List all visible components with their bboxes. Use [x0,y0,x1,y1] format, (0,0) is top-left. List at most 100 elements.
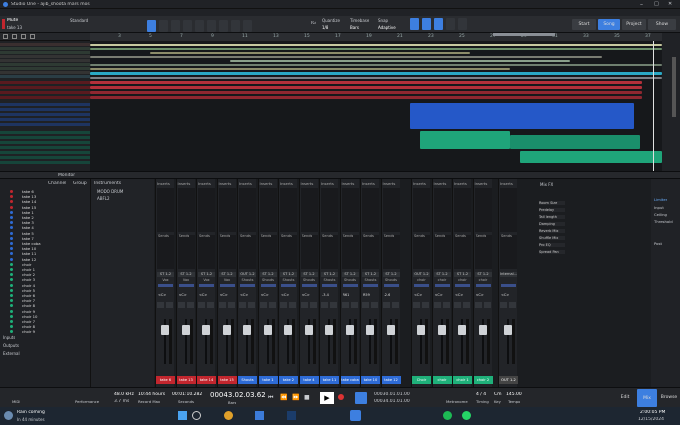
output-routing[interactable]: ST 1-2 [300,272,318,277]
mute-button[interactable] [300,302,308,308]
pan-slider[interactable] [260,284,276,287]
visibility-dot-icon[interactable] [10,200,13,204]
mute-solo-buttons[interactable] [239,302,256,308]
pan-slider[interactable] [178,284,194,287]
sends-slot[interactable]: Sends [413,234,430,269]
follow-toggle-icon[interactable] [422,18,431,30]
pan-slider[interactable] [301,284,317,287]
channel-strip[interactable]: Inserts Sends ST 1-2 Shouts R59 take 10 [360,179,380,387]
mute-button[interactable] [454,302,461,308]
mute-solo-buttons[interactable] [321,302,338,308]
stop-icon[interactable]: ■ [304,394,310,401]
visibility-dot-icon[interactable] [10,252,13,256]
inserts-header[interactable]: Inserts [219,181,236,186]
edit-button[interactable]: Edit [615,392,635,403]
mute-solo-buttons[interactable] [341,302,359,308]
minimize-button[interactable]: – [640,1,643,8]
volume-fader-handle[interactable] [345,325,354,335]
mute-solo-buttons[interactable] [280,302,297,308]
track-row[interactable] [0,96,90,99]
search-icon[interactable] [192,411,201,420]
solo-button[interactable] [371,302,378,308]
sends-slot[interactable]: Sends [239,234,256,269]
channel-strip[interactable]: Inserts Sends ST 1-2 choir <C> choir [431,179,452,387]
mute-solo-buttons[interactable] [157,302,174,308]
audio-clip[interactable] [510,135,640,149]
mute-button[interactable] [157,302,164,308]
preset-name[interactable]: Standard [70,18,88,23]
mute-solo-buttons[interactable] [300,302,318,308]
channel-name[interactable]: choir 1 [453,376,472,384]
spotify-icon[interactable] [443,411,452,420]
close-button[interactable]: ✕ [668,1,672,7]
volume-fader-handle[interactable] [263,325,272,335]
track-row[interactable] [0,67,90,70]
visibility-dot-icon[interactable] [10,294,13,297]
visibility-dot-icon[interactable] [10,283,13,287]
visibility-dot-icon[interactable] [10,216,13,219]
visibility-dot-icon[interactable] [10,257,13,261]
mute-button[interactable] [382,302,390,308]
volume-fader-handle[interactable] [304,325,313,335]
output-routing[interactable]: ST 1-2 [362,272,379,277]
mute-solo-buttons[interactable] [454,302,471,308]
visibility-dot-icon[interactable] [10,330,13,334]
mix-button[interactable]: Mix [637,389,657,407]
solo-button[interactable] [248,302,255,308]
inserts-slot[interactable] [218,188,236,232]
inserts-header[interactable]: Inserts [475,181,492,186]
track-row[interactable] [0,113,90,116]
eraser-tool-icon[interactable] [183,20,192,32]
visibility-dot-icon[interactable] [10,314,13,318]
add-track-icon[interactable] [3,34,8,39]
pan-slider[interactable] [322,284,337,287]
channel-strip[interactable]: Inserts Sends ST 1-2 Vox <C> take 6 [155,179,175,387]
channel-strip[interactable]: Inserts Sends ST 1-2 Shouts <C> take 1 [257,179,278,387]
return-to-zero-icon[interactable]: ⏮ [268,394,273,402]
waveform-icon[interactable] [30,34,35,39]
output-routing[interactable]: Internal... [500,272,517,277]
output-routing[interactable]: ST 1-2 [382,272,400,277]
arrangement-canvas[interactable] [90,41,662,171]
solo-button[interactable] [442,302,450,308]
inserts-slot[interactable] [239,188,256,232]
volume-fader-handle[interactable] [417,325,425,335]
channel-name[interactable]: take 10 [361,376,380,384]
audio-clip[interactable] [90,44,662,46]
stretch-tool-icon[interactable] [243,20,252,32]
volume-fader-handle[interactable] [366,325,374,335]
pan-slider[interactable] [363,284,378,287]
mute-solo-buttons[interactable] [218,302,236,308]
inserts-slot[interactable] [280,188,297,232]
mute-solo-buttons[interactable] [259,302,277,308]
channel-strip[interactable]: Inserts Sends ST 1-2 choir <C> choir 1 [452,179,472,387]
listen-tool-icon[interactable] [231,20,240,32]
visibility-dot-icon[interactable] [10,309,13,313]
sends-slot[interactable]: Sends [198,234,215,269]
output-routing[interactable]: OUT 1-2 [239,272,256,277]
inserts-slot[interactable] [362,188,379,232]
timebase-value[interactable]: Bars [350,25,359,30]
vertical-scrollbar[interactable] [662,33,680,171]
sends-slot[interactable]: Sends [259,234,277,269]
visibility-dot-icon[interactable] [10,320,13,323]
whatsapp-icon[interactable] [462,411,471,420]
solo-button[interactable] [166,302,173,308]
loop-end[interactable]: 00034.01.01.00 [374,399,410,404]
channel-name[interactable]: choir 2 [473,376,493,384]
visibility-dot-icon[interactable] [10,288,13,292]
channel-tab[interactable]: Channel [48,181,66,186]
channel-strip[interactable]: Inserts Sends ST 1-2 Vox <C> take 13 [175,179,196,387]
metronome-label[interactable]: Metronome [446,399,468,404]
audio-clip[interactable] [90,68,510,70]
mute-button[interactable] [280,302,287,308]
inserts-slot[interactable] [413,188,430,232]
visibility-dot-icon[interactable] [10,278,13,282]
inserts-header[interactable]: Inserts [434,181,451,186]
mute-solo-buttons[interactable] [413,302,430,308]
output-routing[interactable]: ST 1-2 [341,272,359,277]
mute-solo-buttons[interactable] [433,302,451,308]
pan-slider[interactable] [501,284,516,287]
channel-name[interactable]: Shouts [238,376,257,384]
audio-clip[interactable] [90,86,642,89]
